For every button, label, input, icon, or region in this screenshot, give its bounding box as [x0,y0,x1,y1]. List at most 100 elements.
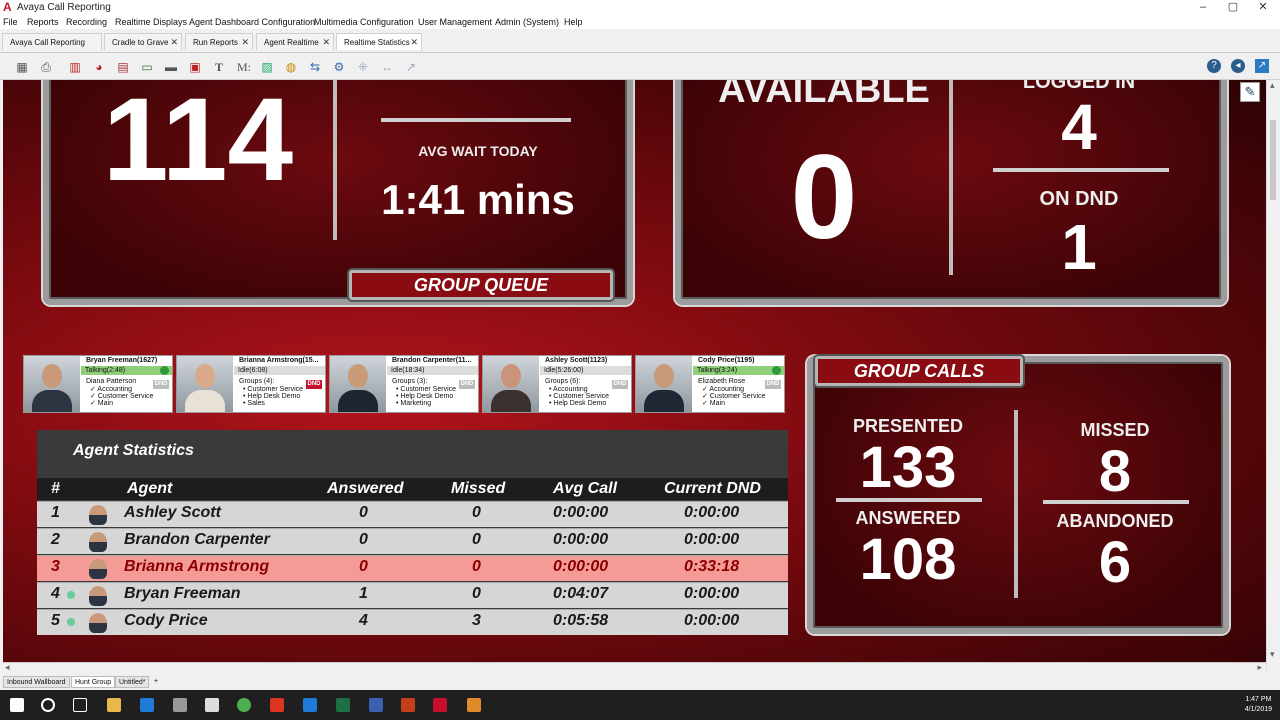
external-link-icon[interactable]: ↗ [1255,59,1269,73]
scroll-thumb[interactable] [1270,120,1276,200]
menu-user-management[interactable]: User Management [418,15,492,29]
agent-card-cody-price[interactable]: Cody Price(1195) Talking(3:24) Elizabeth… [635,355,785,413]
edge-icon[interactable] [140,698,154,712]
menu-file[interactable]: File [3,15,18,29]
image-icon[interactable]: ▨ [259,59,275,75]
link-icon[interactable]: ↗ [403,59,419,75]
dnd-badge[interactable]: DND [459,380,475,389]
agent-card-brandon-carpenter[interactable]: Brandon Carpenter(11... Idle(18:34) Grou… [329,355,479,413]
file-explorer-icon[interactable] [107,698,121,712]
network-icon[interactable] [369,698,383,712]
tab-call-reporting-menu[interactable]: Avaya Call Reporting Menu [2,33,102,64]
mail-icon[interactable] [173,698,187,712]
powerpoint-icon[interactable] [401,698,415,712]
globe-icon[interactable]: ◍ [283,59,299,75]
save-icon[interactable]: ▦ [14,59,30,75]
table-row[interactable]: 1 Ashley Scott 0 0 0:00:00 0:00:00 [37,501,788,527]
tab-run-reports[interactable]: Run Reports ✕ [185,33,253,50]
clock-time: 1:47 PM [1245,696,1272,703]
sheet-tab-untitled[interactable]: Untitled* [115,676,150,688]
ie-icon[interactable] [303,698,317,712]
dnd-badge[interactable]: DND [153,380,169,389]
menu-realtime-displays[interactable]: Realtime Displays [115,15,187,29]
app-icon[interactable] [467,698,481,712]
dnd-badge[interactable]: DND [306,380,322,389]
scroll-up-icon[interactable]: ▴ [1270,80,1275,91]
add-sheet-button[interactable]: + [151,676,161,688]
text-icon[interactable]: T [211,59,227,75]
tab-agent-realtime[interactable]: Agent Realtime ✕ [256,33,334,50]
divider [949,80,953,275]
close-tab-icon[interactable]: ✕ [322,34,330,51]
phone-icon [772,366,781,375]
dnd-badge[interactable]: DND [612,380,628,389]
missed-value: 8 [1098,439,1132,504]
answered-count: 0 [359,531,368,548]
task-view-icon[interactable] [73,698,87,712]
gauge-icon[interactable]: ▭ [139,59,155,75]
chrome-icon[interactable] [237,698,251,712]
menu-recording[interactable]: Recording [66,15,107,29]
agent-card-ashley-scott[interactable]: Ashley Scott(1123) Idle(5:26:00) Groups … [482,355,632,413]
bar-chart-icon[interactable]: ▥ [67,59,83,75]
agent-avatar [89,586,107,606]
menu-reports[interactable]: Reports [27,15,59,29]
available-label: AVAILABLE [718,80,930,111]
math-icon[interactable]: M: [235,59,253,75]
row-number: 2 [51,531,60,548]
close-tab-icon[interactable]: ✕ [410,34,418,51]
sheet-tab-inbound-wallboard[interactable]: Inbound Wallboard [3,676,70,688]
vertical-scrollbar[interactable]: ▴ ▾ [1266,80,1280,674]
date-icon[interactable]: ▣ [187,59,203,75]
avaya-app-icon[interactable] [433,698,447,712]
scroll-down-icon[interactable]: ▾ [1270,649,1275,660]
menu-help[interactable]: Help [564,15,583,29]
horizontal-scrollbar[interactable]: ◂ ▸ [3,662,1266,674]
tab-cradle-to-grave[interactable]: Cradle to Grave ✕ [104,33,182,50]
agent-avatar [89,613,107,633]
row-number: 5 [51,612,60,629]
edit-pencil-icon[interactable]: ✎ [1240,82,1260,102]
close-tab-icon[interactable]: ✕ [241,34,249,51]
settings-icon[interactable]: ⚙ [331,59,347,75]
scroll-left-icon[interactable]: ◂ [5,662,10,673]
window-title: Avaya Call Reporting [17,2,111,13]
menu-agent-dashboard-configuration[interactable]: Agent Dashboard Configuration [189,15,315,29]
sheet-tabs: Inbound Wallboard Hunt Group Untitled* + [0,675,1280,689]
current-dnd-time: 0:00:00 [684,531,740,548]
close-button[interactable]: ✕ [1248,0,1278,15]
table-icon[interactable]: ▤ [115,59,131,75]
table-row[interactable]: 3 Brianna Armstrong 0 0 0:00:00 0:33:18 [37,555,788,581]
menu-multimedia-configuration[interactable]: Multimedia Configuration [314,15,414,29]
minimize-button[interactable]: – [1188,0,1218,15]
acrobat-icon[interactable] [270,698,284,712]
store-icon[interactable] [205,698,219,712]
start-icon[interactable] [10,698,24,712]
http-icon[interactable]: ⇆ [307,59,323,75]
sheet-tab-hunt-group[interactable]: Hunt Group [71,676,116,688]
table-row[interactable]: 2 Brandon Carpenter 0 0 0:00:00 0:00:00 [37,528,788,554]
back-icon[interactable]: ◂ [1231,59,1245,73]
scroll-right-icon[interactable]: ▸ [1257,662,1262,673]
windows-taskbar: 1:47 PM 4/1/2019 [0,690,1280,720]
dnd-badge[interactable]: DND [765,380,781,389]
tab-realtime-statistics[interactable]: Realtime Statistics ✕ [336,33,422,50]
pie-chart-icon[interactable]: ◕ [91,59,107,75]
grid-icon[interactable]: ⁜ [355,59,371,75]
maximize-button[interactable]: ▢ [1218,0,1248,15]
window-title-bar: A Avaya Call Reporting – ▢ ✕ [0,0,1280,15]
system-clock[interactable]: 1:47 PM 4/1/2019 [1245,695,1272,715]
label-icon[interactable]: ▬ [163,59,179,75]
menu-admin-system[interactable]: Admin (System) [495,15,559,29]
arrows-icon[interactable]: ↔ [379,59,395,75]
table-row[interactable]: 4 Bryan Freeman 1 0 0:04:07 0:00:00 [37,582,788,608]
search-icon[interactable] [41,698,55,712]
close-tab-icon[interactable]: ✕ [170,34,178,51]
table-row[interactable]: 5 Cody Price 4 3 0:05:58 0:00:00 [37,609,788,635]
help-icon[interactable]: ? [1207,59,1221,73]
agent-card-brianna-armstrong[interactable]: Brianna Armstrong(15... Idle(6:08) Group… [176,355,326,413]
agent-card-groups: ✓ Accounting ✓ Customer Service ✓ Main [90,386,154,407]
print-icon[interactable]: ⎙ [38,59,54,75]
excel-icon[interactable] [336,698,350,712]
agent-card-bryan-freeman[interactable]: Bryan Freeman(1627) Talking(2:48) Diana … [23,355,173,413]
